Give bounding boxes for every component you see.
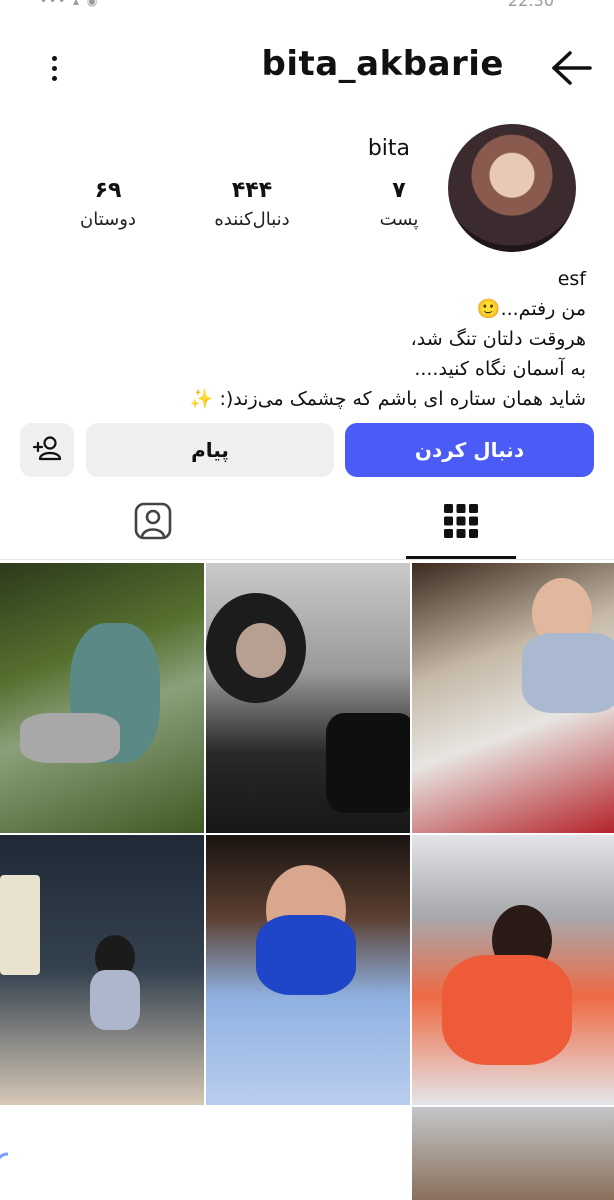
stat-friends-value: ۶۹ xyxy=(94,178,122,203)
stat-friends[interactable]: ۶۹ دوستان xyxy=(60,178,156,230)
profile-stats: ۷ پست ۴۴۴ دنبال‌کننده ۶۹ دوستان xyxy=(60,178,420,248)
profile-tabs xyxy=(0,490,614,560)
profile-actions: دنبال کردن پیام xyxy=(20,423,594,479)
tab-grid[interactable] xyxy=(406,490,516,559)
tagged-person-icon xyxy=(134,502,172,544)
stat-followers[interactable]: ۴۴۴ دنبال‌کننده xyxy=(200,178,304,230)
person-add-icon xyxy=(32,435,62,466)
arrow-right-icon[interactable] xyxy=(550,48,594,88)
add-friend-button[interactable] xyxy=(20,423,74,477)
post-tile[interactable] xyxy=(412,1107,614,1200)
bio-line: شاید همان ستاره ای باشم که چشمک می‌زند(:… xyxy=(189,388,586,410)
profile-bio: esf من رفتم...🙂 هروقت دلتان تنگ شد، به آ… xyxy=(26,264,586,414)
post-tile[interactable] xyxy=(206,563,410,833)
stat-posts[interactable]: ۷ پست xyxy=(364,178,434,230)
vertical-dots-icon[interactable] xyxy=(36,50,72,86)
profile-display-name: bita xyxy=(367,136,410,161)
stat-followers-label: دنبال‌کننده xyxy=(214,209,290,230)
message-button[interactable]: پیام xyxy=(86,423,334,477)
post-tile[interactable] xyxy=(0,835,204,1105)
grid-icon xyxy=(444,504,478,542)
stat-friends-label: دوستان xyxy=(80,209,136,230)
tabs-divider xyxy=(0,559,614,560)
stat-posts-label: پست xyxy=(379,209,419,230)
follow-button[interactable]: دنبال کردن xyxy=(345,423,594,477)
post-tile[interactable] xyxy=(206,835,410,1105)
post-tile[interactable] xyxy=(412,835,614,1105)
stat-posts-value: ۷ xyxy=(392,178,406,203)
status-bar: ••• ▴ ◉ 22:30 xyxy=(0,0,614,10)
status-time: 22:30 xyxy=(507,0,554,10)
headphone-icon xyxy=(0,1148,20,1184)
top-bar: bita_akbarie xyxy=(0,36,614,96)
bio-line: هروقت دلتان تنگ شد، xyxy=(410,328,586,350)
tab-tagged[interactable] xyxy=(98,490,208,556)
post-tile[interactable] xyxy=(412,563,614,833)
post-tile[interactable] xyxy=(0,563,204,833)
bio-line: به آسمان نگاه کنید.... xyxy=(414,358,586,380)
stat-followers-value: ۴۴۴ xyxy=(231,178,273,203)
post-grid xyxy=(0,563,614,1200)
profile-avatar[interactable] xyxy=(448,124,576,252)
status-icons: ••• ▴ ◉ xyxy=(40,0,100,8)
profile-username: bita_akbarie xyxy=(261,44,504,84)
bio-line: esf xyxy=(557,268,586,290)
bio-line: من رفتم...🙂 xyxy=(476,298,586,320)
